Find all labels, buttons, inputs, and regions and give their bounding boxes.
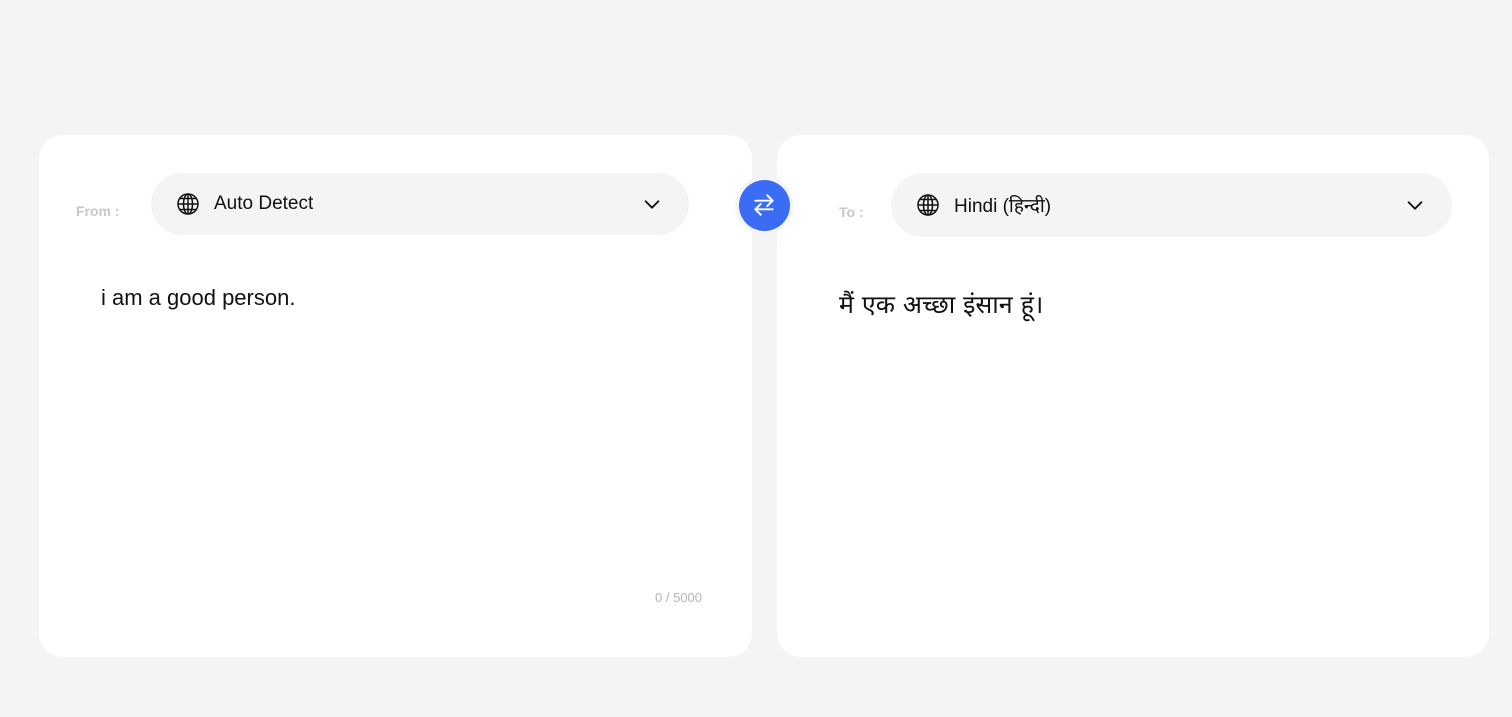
globe-icon bbox=[917, 194, 939, 216]
target-language-label: To : bbox=[839, 204, 864, 220]
target-language-value: Hindi (हिन्दी) bbox=[954, 196, 1052, 217]
source-language-dropdown[interactable]: Auto Detect bbox=[151, 173, 689, 235]
swap-languages-button[interactable] bbox=[738, 179, 790, 231]
swap-arrows-icon bbox=[754, 194, 774, 216]
character-counter: 0 / 5000 bbox=[655, 590, 702, 605]
chevron-down-icon bbox=[1407, 201, 1423, 210]
globe-icon bbox=[177, 193, 199, 215]
source-language-label: From : bbox=[76, 203, 120, 219]
target-language-dropdown[interactable]: Hindi (हिन्दी) bbox=[891, 173, 1452, 237]
translated-text-output: मैं एक अच्छा इंसान हूं। bbox=[839, 290, 1044, 319]
source-language-value: Auto Detect bbox=[214, 193, 314, 214]
source-text-input[interactable]: i am a good person. bbox=[101, 285, 295, 311]
swap-button-container bbox=[735, 176, 793, 234]
source-panel: From : Auto Detect i am a good person. 0… bbox=[39, 135, 752, 657]
chevron-down-icon bbox=[644, 200, 660, 209]
target-panel: To : Hindi (हिन्दी) मैं एक अच्छा इंसान ह… bbox=[777, 135, 1489, 657]
